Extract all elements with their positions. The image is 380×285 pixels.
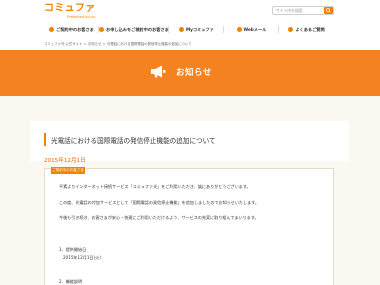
- article-body: ご契約中のお客さま 平素よりインターネット接続サービス「コミュファ光」をご利用い…: [44, 167, 334, 285]
- global-nav: ご契約中のお客さま お申し込みをご検討中のお客さま Myコミュファ Webメール…: [44, 23, 334, 36]
- paragraph: この度、光電話の付加サービスとして「国際電話の発信停止機能」を追加しましたのでお…: [59, 200, 259, 205]
- logo-text: コミュファ: [44, 3, 96, 14]
- paragraph: 今後も引き続き、お客さまが安心・快適にご利用いただけるよう、サービスの充実に取り…: [59, 215, 259, 220]
- main-content: 光電話における国際電話の発信停止機能の追加について 2015年12月1日 ご契約…: [0, 96, 380, 285]
- nav-item-label: よくあるご質問: [295, 26, 325, 32]
- article-title: 光電話における国際電話の発信停止機能の追加について: [51, 137, 216, 145]
- paragraph: 平素よりインターネット接続サービス「コミュファ光」をご利用いただき、誠にありがと…: [59, 184, 251, 189]
- nav-dot-icon: [178, 27, 184, 32]
- megaphone-icon: [151, 65, 166, 78]
- nav-item-my-commufa[interactable]: Myコミュファ: [169, 23, 224, 36]
- nav-dot-icon: [99, 27, 105, 32]
- nav-item-label: Myコミュファ: [185, 26, 214, 32]
- article-title-card: 光電話における国際電話の発信停止機能の追加について: [30, 121, 349, 161]
- nav-item-prospective-customers[interactable]: お申し込みをご検討中のお客さま: [99, 23, 169, 36]
- nav-dot-icon: [49, 27, 55, 32]
- nav-item-label: Webメール: [243, 26, 267, 32]
- title-accent-bar: [44, 133, 46, 146]
- nav-item-current-customers[interactable]: ご契約中のお客さま: [44, 23, 100, 36]
- search-icon: [326, 8, 331, 13]
- section-heading: 1．提供開始日: [59, 247, 87, 252]
- site-logo[interactable]: コミュファ Presented by ctc: [44, 3, 96, 20]
- nav-item-label: お申し込みをご検討中のお客さま: [106, 26, 169, 32]
- nav-item-webmail[interactable]: Webメール: [224, 23, 280, 36]
- search-button[interactable]: [324, 7, 333, 14]
- nav-item-label: ご契約中のお客さま: [56, 26, 94, 32]
- breadcrumb[interactable]: コミュファ光 公式サイト ＞ お知らせ ＞ 光電話における国際電話の発信停止機能…: [44, 41, 192, 46]
- nav-dot-icon: [288, 27, 294, 32]
- section-text: 2015年12月1日(火): [63, 255, 101, 260]
- nav-item-faq[interactable]: よくあるご質問: [279, 23, 334, 36]
- page-title: お知らせ: [176, 67, 212, 78]
- article-date: 2015年12月1日: [44, 158, 86, 164]
- nav-dot-icon: [236, 27, 242, 32]
- site-header: コミュファ Presented by ctc サイト内を検索: [0, 0, 380, 22]
- page-banner: お知らせ: [0, 50, 380, 96]
- logo-subtext: Presented by ctc: [67, 15, 96, 19]
- section-heading: 2．機能説明: [59, 279, 83, 284]
- category-badge: ご契約中のお客さま: [51, 167, 85, 174]
